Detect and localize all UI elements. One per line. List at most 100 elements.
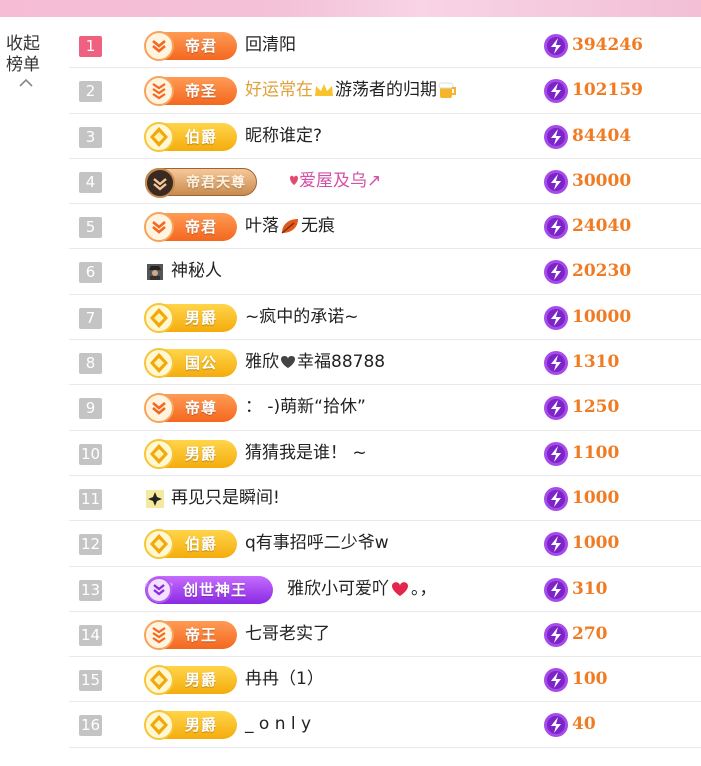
rank-emblem-icon bbox=[145, 167, 175, 198]
score-value: 20230 bbox=[572, 261, 632, 282]
tier-badge: 帝君 bbox=[144, 212, 237, 243]
rank-number: 11 bbox=[79, 488, 102, 510]
nickname[interactable]: 神秘人 bbox=[171, 249, 222, 294]
lightning-coin-icon bbox=[544, 79, 568, 104]
lightning-coin-icon bbox=[544, 215, 568, 240]
score-value: 1100 bbox=[572, 442, 620, 463]
rank-emblem-icon bbox=[144, 710, 174, 741]
nickname[interactable]: 爱屋及乌↗ bbox=[289, 159, 381, 204]
rank-emblem-icon bbox=[144, 619, 174, 650]
tier-badge: 男爵 bbox=[144, 665, 237, 696]
nickname[interactable]: 七哥老实了 bbox=[245, 612, 330, 657]
nickname[interactable]: 昵称谁定? bbox=[245, 114, 322, 159]
lightning-coin-icon bbox=[544, 260, 568, 285]
nickname-part: 。， bbox=[411, 578, 437, 599]
leaderboard-row[interactable]: 13 创世神王 雅欣小可爱吖 。， 310 bbox=[69, 567, 701, 612]
leaderboard-row[interactable]: 6 神秘人 20230 bbox=[69, 249, 701, 295]
tier-badge: 帝君天尊 bbox=[145, 167, 257, 198]
nickname[interactable]: 叶落 无痕 bbox=[245, 204, 335, 249]
leaderboard-row[interactable]: 9 帝尊 ： -)萌新“拾休” 1250 bbox=[69, 385, 701, 431]
leaderboard-row[interactable]: 1 帝君 回清阳 394246 bbox=[69, 23, 701, 69]
rank-number: 8 bbox=[79, 353, 102, 375]
lightning-coin-icon bbox=[544, 305, 568, 330]
leaderboard-row[interactable]: 7 男爵 ~疯中的承诺~ 10000 bbox=[69, 295, 701, 341]
tier-label: 帝圣 bbox=[185, 82, 218, 101]
leaderboard-row[interactable]: 16 男爵 _ o n l y 40 bbox=[69, 702, 701, 748]
score-value: 394246 bbox=[572, 35, 643, 55]
lightning-coin-icon bbox=[544, 713, 568, 738]
leaderboard-row[interactable]: 15 男爵 冉冉（1） 100 bbox=[69, 657, 701, 703]
lightning-coin-icon bbox=[544, 622, 568, 647]
score-value: 102159 bbox=[572, 80, 643, 101]
rank-emblem-icon bbox=[144, 212, 174, 243]
nickname[interactable]: q有事招呼二少爷w bbox=[245, 521, 389, 566]
nickname-part: 爱屋及乌↗ bbox=[299, 170, 382, 191]
tier-badge: 创世神王 bbox=[145, 575, 273, 604]
leaderboard-row[interactable]: 2 帝圣 好运常在 游荡者的归期 102159 bbox=[69, 68, 701, 114]
rank-emblem-icon bbox=[144, 76, 174, 107]
nickname-part: 游荡者的归期 bbox=[335, 80, 437, 101]
heart-icon bbox=[281, 356, 295, 369]
nickname[interactable]: 冉冉（1） bbox=[245, 657, 324, 702]
rank-number: 16 bbox=[79, 715, 102, 737]
rank-number: 6 bbox=[79, 262, 102, 284]
collapse-leaderboard-button[interactable]: 收起榜单 bbox=[6, 34, 50, 88]
lightning-coin-icon bbox=[544, 169, 568, 194]
rank-emblem-icon bbox=[144, 31, 174, 61]
nickname[interactable]: 猜猜我是谁！ ~ bbox=[245, 431, 367, 476]
score-value: 40 bbox=[572, 714, 596, 735]
lightning-coin-icon bbox=[544, 577, 568, 602]
tier-label: 伯爵 bbox=[185, 127, 218, 146]
heart-icon bbox=[290, 175, 298, 185]
score-value: 84404 bbox=[572, 125, 632, 146]
tier-badge: 男爵 bbox=[144, 302, 237, 333]
score-value: 270 bbox=[572, 623, 608, 644]
score-value: 24040 bbox=[572, 216, 632, 237]
score-value: 100 bbox=[572, 669, 608, 690]
leaderboard-row[interactable]: 5 帝君 叶落 无痕 24040 bbox=[69, 204, 701, 250]
rank-emblem-icon bbox=[144, 348, 174, 379]
rank-emblem-icon bbox=[144, 438, 174, 469]
mystery-person-icon bbox=[147, 264, 163, 281]
rank-number: 3 bbox=[79, 126, 102, 148]
score-value: 10000 bbox=[572, 306, 632, 327]
tier-label: 男爵 bbox=[185, 671, 218, 690]
lightning-coin-icon bbox=[544, 34, 568, 58]
nickname[interactable]: 回清阳 bbox=[245, 23, 296, 68]
nickname[interactable]: 雅欣小可爱吖 。， bbox=[287, 567, 437, 612]
nickname[interactable]: 雅欣 幸福88788 bbox=[245, 340, 385, 385]
tier-badge: 国公 bbox=[144, 348, 237, 379]
rank-number: 9 bbox=[79, 398, 102, 420]
collapse-label: 收起榜单 bbox=[6, 34, 40, 75]
leaderboard-row[interactable]: 3 伯爵 昵称谁定? 84404 bbox=[69, 114, 701, 159]
tier-label: 帝君天尊 bbox=[186, 174, 246, 191]
tier-label: 国公 bbox=[185, 354, 218, 373]
chevron-up-icon bbox=[19, 78, 33, 87]
nickname[interactable]: 好运常在 游荡者的归期 bbox=[245, 68, 459, 113]
crown-icon bbox=[315, 84, 333, 97]
leaderboard-row[interactable]: 4 帝君天尊 爱屋及乌↗ 30000 bbox=[69, 159, 701, 205]
leaderboard-list: 1 帝君 回清阳 394246 2 帝圣 好运常在 游荡者的归期 102159 3… bbox=[69, 23, 701, 748]
leaderboard-row[interactable]: 11 再见只是瞬间! 1000 bbox=[69, 476, 701, 522]
nickname-part: 无痕 bbox=[301, 216, 335, 237]
nickname[interactable]: ~疯中的承诺~ bbox=[245, 295, 359, 340]
tier-badge: 伯爵 bbox=[144, 529, 237, 560]
tier-label: 男爵 bbox=[185, 716, 218, 735]
tier-label: 男爵 bbox=[185, 308, 218, 327]
nickname[interactable]: ： -)萌新“拾休” bbox=[245, 385, 366, 430]
score-value: 310 bbox=[572, 578, 608, 599]
leaderboard-row[interactable]: 12 伯爵 q有事招呼二少爷w 1000 bbox=[69, 521, 701, 567]
nickname[interactable]: 再见只是瞬间! bbox=[171, 476, 280, 521]
leaderboard-row[interactable]: 10 男爵 猜猜我是谁！ ~ 1100 bbox=[69, 431, 701, 476]
rank-number: 7 bbox=[79, 307, 102, 329]
tier-badge: 帝圣 bbox=[144, 76, 237, 107]
rank-number: 12 bbox=[79, 534, 102, 556]
lightning-coin-icon bbox=[544, 351, 568, 376]
nickname[interactable]: _ o n l y bbox=[245, 702, 311, 747]
rank-emblem-icon bbox=[144, 529, 174, 560]
leaderboard-row[interactable]: 8 国公 雅欣 幸福88788 1310 bbox=[69, 340, 701, 386]
lightning-coin-icon bbox=[544, 441, 568, 466]
leaderboard-row[interactable]: 14 帝王 七哥老实了 270 bbox=[69, 612, 701, 658]
sparkle-avatar-icon bbox=[146, 489, 164, 508]
rank-number: 13 bbox=[79, 579, 102, 601]
